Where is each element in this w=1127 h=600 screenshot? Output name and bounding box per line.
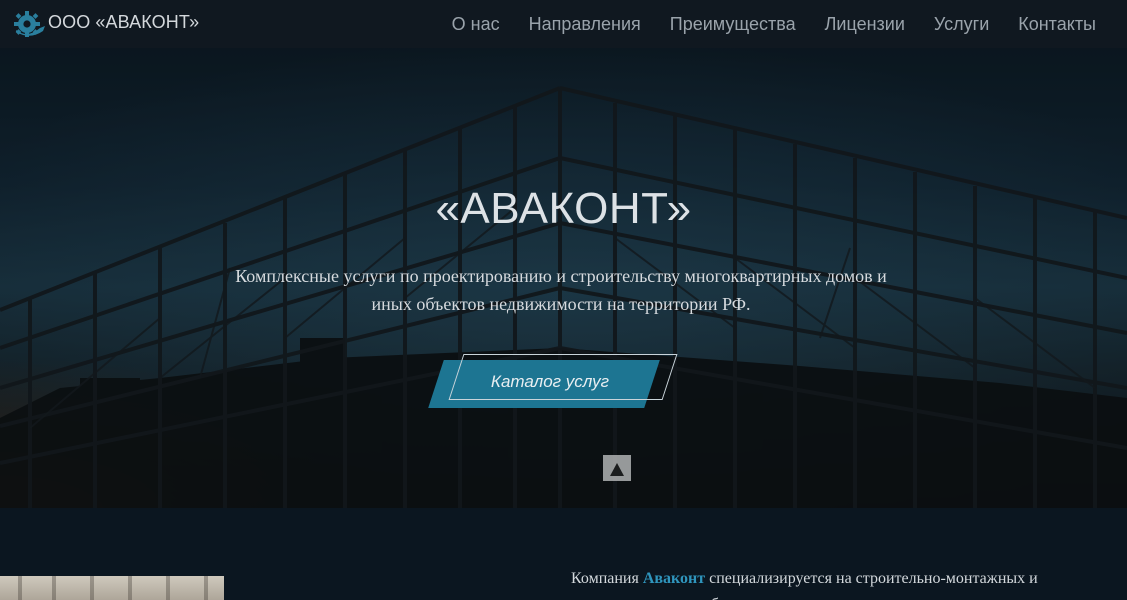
nav-services[interactable]: Услуги	[934, 14, 989, 35]
hero-title: «АВАКОНТ»	[435, 184, 692, 233]
about-text: Компания Аваконт специализируется на стр…	[571, 566, 1111, 600]
hero-subtitle: Комплексные услуги по проектированию и с…	[235, 266, 887, 314]
about-text-prefix: Компания	[571, 570, 643, 587]
catalog-button-label: Каталог услуг	[490, 372, 610, 391]
about-section: Компания Аваконт специализируется на стр…	[0, 508, 1127, 600]
about-photo	[0, 576, 224, 600]
nav-directions[interactable]: Направления	[529, 14, 641, 35]
site-header: ООО «АВАКОНТ» О нас Направления Преимуще…	[0, 0, 1127, 48]
catalog-button[interactable]: Каталог услуг	[428, 354, 678, 408]
hero-section: «АВАКОНТ» Комплексные услуги по проектир…	[0, 48, 1127, 508]
company-name-highlight: Аваконт	[642, 570, 706, 587]
nav-licenses[interactable]: Лицензии	[825, 14, 905, 35]
nav-contacts[interactable]: Контакты	[1018, 14, 1096, 35]
nav-advantages[interactable]: Преимущества	[670, 14, 796, 35]
gear-logo-icon	[14, 11, 45, 37]
nav-about[interactable]: О нас	[452, 14, 500, 35]
brand-name: ООО «АВАКОНТ»	[48, 11, 200, 32]
main-nav: О нас Направления Преимущества Лицензии …	[452, 14, 1096, 35]
brand[interactable]: ООО «АВАКОНТ»	[10, 9, 199, 39]
